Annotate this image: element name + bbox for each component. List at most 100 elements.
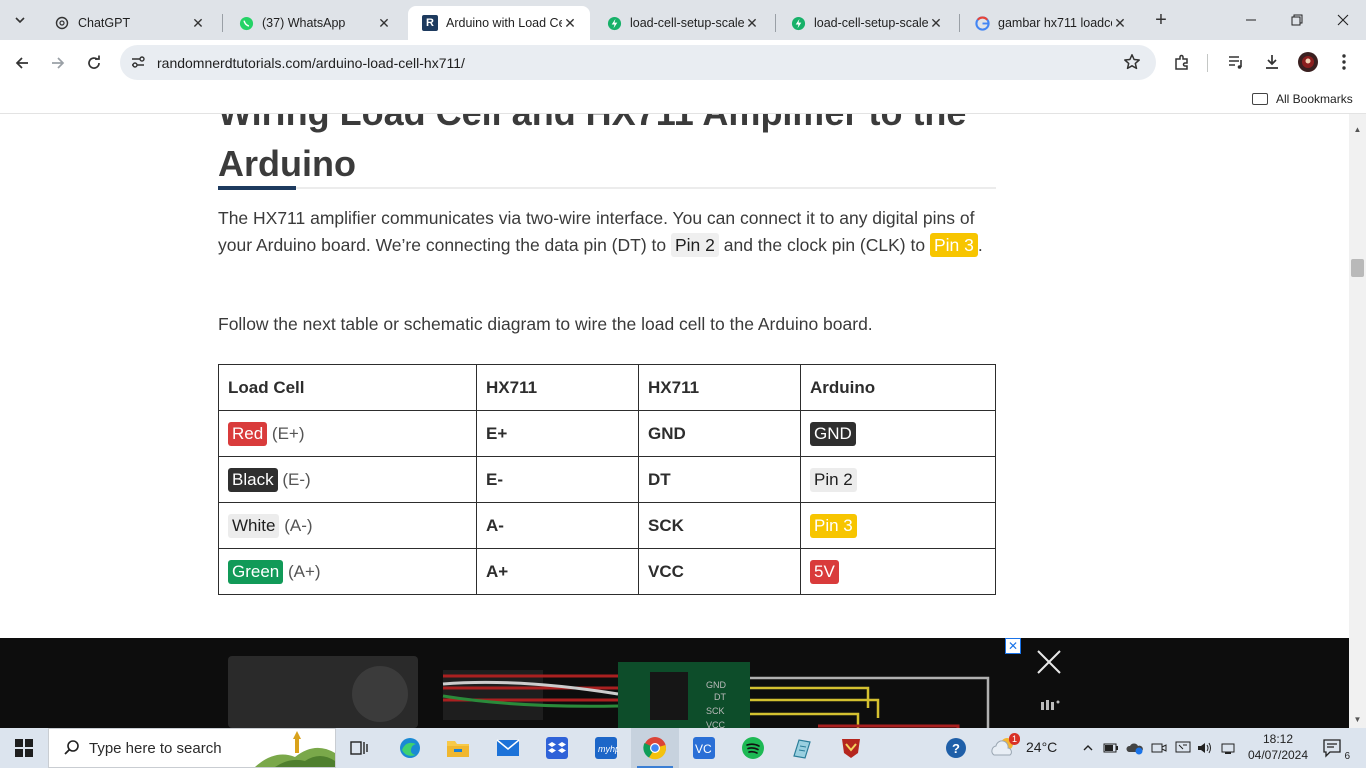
arduino-cell: GND	[800, 410, 996, 457]
reload-button[interactable]	[80, 49, 108, 77]
close-tab-icon[interactable]: ✕	[190, 15, 206, 31]
notification-icon	[1323, 739, 1341, 758]
wire-color-black: Black	[228, 467, 278, 492]
url-text[interactable]: randomnerdtutorials.com/arduino-load-cel…	[157, 55, 465, 71]
meet-now-tray-icon[interactable]	[1149, 738, 1169, 758]
close-tab-icon[interactable]: ✕	[1112, 15, 1128, 31]
battery-tray-icon[interactable]	[1101, 738, 1121, 758]
taskbar-spotify[interactable]	[729, 728, 777, 768]
close-ad-icon[interactable]	[1035, 648, 1063, 676]
table-row: White (A-) A- SCK Pin 3	[218, 502, 996, 549]
schematic-preview-image: GND DT SCK VCC	[228, 656, 990, 728]
taskbar-edge[interactable]	[386, 728, 434, 768]
load-icon	[606, 15, 622, 31]
taskbar-myhp[interactable]: myhp	[582, 728, 630, 768]
hx711-mcu-side-cell: GND	[638, 410, 801, 457]
ad-choices-close-icon[interactable]: ✕	[1005, 638, 1021, 654]
new-tab-button[interactable]: +	[1150, 8, 1172, 32]
star-icon	[1124, 54, 1140, 70]
svg-text:VC: VC	[695, 742, 712, 756]
browser-menu-button[interactable]	[1332, 50, 1356, 74]
google-icon	[974, 15, 990, 31]
clock-time: 18:12	[1262, 732, 1294, 746]
volume-tray-icon[interactable]	[1195, 738, 1215, 758]
notification-center-button[interactable]: 6	[1322, 738, 1350, 762]
task-view-icon	[350, 741, 368, 755]
notepad-app-icon	[793, 739, 811, 759]
restore-icon	[1291, 14, 1303, 26]
downloads-button[interactable]	[1260, 50, 1284, 74]
tab-load-cell-setup-1[interactable]: load-cell-setup-scale ✕	[592, 6, 772, 40]
page-viewport: Wiring Load Cell and HX711 Amplifier to …	[0, 114, 1349, 728]
scroll-down-arrow-icon[interactable]: ▼	[1349, 712, 1366, 726]
all-bookmarks-button[interactable]: All Bookmarks	[1252, 92, 1353, 106]
media-controls-button[interactable]	[1224, 50, 1248, 74]
load-cell-cell: White (A-)	[218, 502, 477, 549]
forward-button[interactable]	[44, 49, 72, 77]
task-view-button[interactable]	[336, 728, 384, 768]
profile-avatar[interactable]	[1296, 50, 1320, 74]
ad-banner[interactable]: GND DT SCK VCC	[0, 638, 1349, 728]
clock-date: 04/07/2024	[1247, 748, 1309, 762]
site-info-icon[interactable]	[128, 52, 148, 72]
restore-button[interactable]	[1274, 0, 1320, 40]
table-row: Black (E-) E- DT Pin 2	[218, 456, 996, 503]
tab-whatsapp[interactable]: (37) WhatsApp ✕	[224, 6, 404, 40]
taskbar-clock[interactable]: 18:12 04/07/2024	[1246, 731, 1310, 763]
arduino-pin-badge: Pin 3	[810, 513, 857, 538]
extensions-button[interactable]	[1170, 50, 1194, 74]
tab-search-button[interactable]	[6, 8, 34, 32]
close-tab-icon[interactable]: ✕	[376, 15, 392, 31]
back-button[interactable]	[8, 49, 36, 77]
tab-arduino-load-cell[interactable]: R Arduino with Load Ce ✕	[408, 6, 590, 40]
arduino-pin-badge: 5V	[810, 559, 839, 584]
puzzle-icon	[1175, 54, 1188, 70]
minimize-button[interactable]	[1228, 0, 1274, 40]
start-button[interactable]	[0, 728, 48, 768]
table-row: Green (A+) A+ VCC 5V	[218, 548, 996, 595]
display-tray-icon[interactable]	[1173, 738, 1193, 758]
col-header-arduino: Arduino	[800, 364, 996, 411]
weather-widget[interactable]: 1 24°C	[990, 733, 1058, 758]
taskbar-vc[interactable]: VC	[680, 728, 728, 768]
network-tray-icon[interactable]	[1220, 738, 1240, 758]
download-icon	[1266, 55, 1278, 69]
tab-load-cell-setup-2[interactable]: load-cell-setup-scale ✕	[776, 6, 956, 40]
page-scrollbar[interactable]	[1349, 114, 1366, 728]
tab-google-hx711[interactable]: gambar hx711 loadce ✕	[960, 6, 1140, 40]
close-window-button[interactable]	[1320, 0, 1366, 40]
taskbar-chrome[interactable]	[631, 728, 679, 768]
taskbar-mail[interactable]	[484, 728, 532, 768]
scroll-up-arrow-icon[interactable]: ▲	[1349, 122, 1366, 136]
mail-icon	[496, 739, 520, 756]
folder-icon	[447, 741, 469, 757]
taskbar-file-explorer[interactable]	[434, 728, 482, 768]
svg-text:?: ?	[952, 741, 960, 756]
onedrive-tray-icon[interactable]	[1125, 738, 1145, 758]
close-tab-icon[interactable]: ✕	[928, 15, 944, 31]
kebab-menu-icon	[1342, 54, 1346, 70]
intro-paragraph: The HX711 amplifier communicates via two…	[218, 205, 998, 259]
plus-icon: +	[1155, 8, 1167, 31]
close-tab-icon[interactable]: ✕	[562, 15, 578, 31]
section-heading-line2: Arduino	[218, 143, 356, 184]
taskbar-search-box[interactable]: Type here to search	[48, 728, 336, 768]
wire-terminal: (A+)	[287, 561, 321, 581]
help-tray-icon[interactable]: ?	[945, 737, 967, 759]
tab-title: Arduino with Load Ce	[446, 16, 562, 30]
schematic-label-gnd: GND	[706, 680, 727, 690]
taskbar-dropbox[interactable]	[533, 728, 581, 768]
edge-icon	[400, 738, 420, 758]
bookmark-star-button[interactable]	[1120, 50, 1144, 74]
taskbar-app-generic[interactable]	[778, 728, 826, 768]
taskbar-game-app[interactable]	[827, 728, 875, 768]
intro-text-c: .	[977, 235, 983, 255]
scrollbar-thumb[interactable]	[1351, 259, 1364, 277]
close-tab-icon[interactable]: ✕	[744, 15, 760, 31]
show-hidden-icons-chevron-up-icon[interactable]	[1078, 738, 1098, 758]
chevron-down-icon	[15, 17, 25, 24]
tab-chatgpt[interactable]: ChatGPT ✕	[40, 6, 218, 40]
hx711-mcu-side-cell: VCC	[638, 548, 801, 595]
weather-temperature: 24°C	[1026, 739, 1058, 755]
avatar	[1298, 52, 1318, 72]
